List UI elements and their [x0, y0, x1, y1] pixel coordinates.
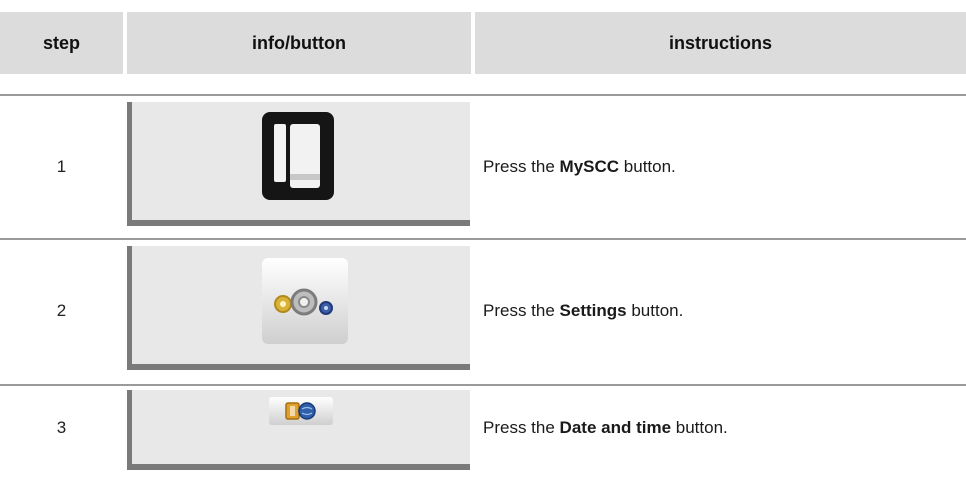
instruction-button-name: Settings — [559, 301, 627, 320]
info-panel — [127, 390, 470, 470]
instruction-suffix: button. — [619, 157, 676, 176]
instruction-text: Press the MySCC button. — [483, 96, 676, 238]
instruction-button-name: Date and time — [559, 418, 672, 437]
header-info-button: info/button — [127, 12, 471, 74]
table-row: 3 Press the Date and time button. — [0, 386, 966, 482]
settings-gears-icon[interactable] — [262, 258, 348, 344]
instruction-suffix: button. — [626, 301, 684, 320]
instruction-text: Press the Date and time button. — [483, 386, 728, 470]
instruction-prefix: Press the — [483, 418, 560, 437]
instruction-text: Press the Settings button. — [483, 240, 683, 382]
instruction-button-name: MySCC — [559, 157, 620, 176]
table-row: 1 Press the MySCC button. — [0, 96, 966, 238]
header-instructions: instructions — [475, 12, 966, 74]
instruction-prefix: Press the — [483, 157, 560, 176]
table-header: step info/button instructions — [0, 12, 966, 74]
instruction-prefix: Press the — [483, 301, 560, 320]
header-step: step — [0, 12, 123, 74]
table-row: 2 Press the Settings button. — [0, 240, 966, 382]
info-panel — [127, 102, 470, 226]
myscc-oven-icon[interactable] — [262, 112, 334, 200]
step-number: 1 — [56, 157, 67, 176]
instruction-suffix: button. — [671, 418, 728, 437]
step-number: 3 — [56, 418, 67, 437]
info-panel — [127, 246, 470, 370]
step-number: 2 — [56, 301, 67, 320]
date-time-icon[interactable] — [269, 397, 333, 425]
